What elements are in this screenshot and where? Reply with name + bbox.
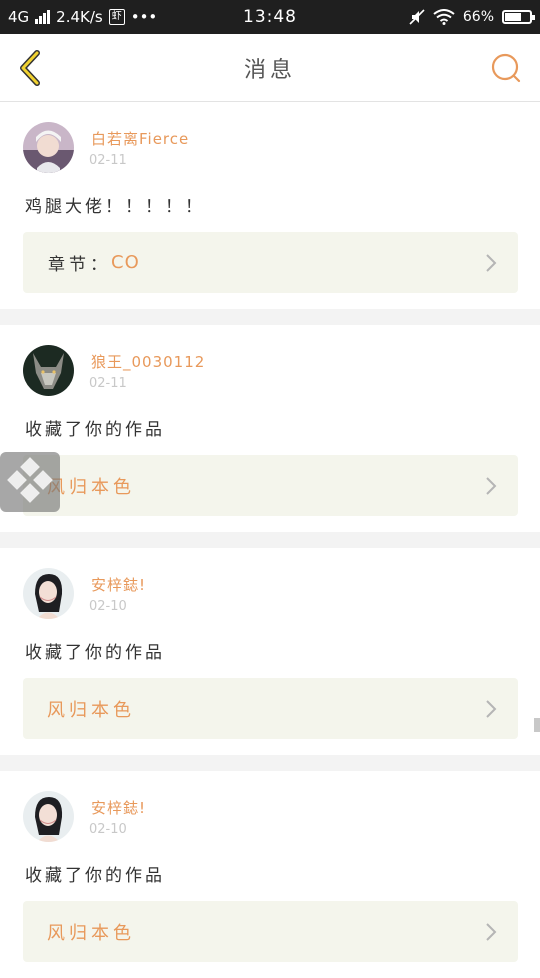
floating-action-button[interactable] <box>0 452 60 512</box>
user-name[interactable]: 安梓鋕! <box>91 797 146 818</box>
status-right: 66% <box>409 0 535 34</box>
avatar[interactable] <box>23 345 74 396</box>
chevron-right-icon <box>486 477 497 495</box>
message-text: 收藏了你的作品 <box>25 420 165 440</box>
message-list: 白若离Fierce 02-11 鸡腿大佬！！！！！ 章节： CO 狼王_0030… <box>0 102 540 978</box>
avatar[interactable] <box>23 122 74 173</box>
avatar[interactable] <box>23 568 74 619</box>
message-card: 安梓鋕! 02-10 收藏了你的作品 风归本色 <box>0 771 540 978</box>
battery-percent: 66% <box>462 9 494 25</box>
divider <box>0 309 540 325</box>
work-title: 风归本色 <box>47 922 135 944</box>
chevron-right-icon <box>486 254 497 272</box>
avatar[interactable] <box>23 791 74 842</box>
user-name[interactable]: 白若离Fierce <box>91 128 189 149</box>
message-date: 02-11 <box>89 153 127 168</box>
message-card: 白若离Fierce 02-11 鸡腿大佬！！！！！ 章节： CO <box>0 102 540 309</box>
work-link[interactable]: 风归本色 <box>23 455 518 516</box>
work-title: 风归本色 <box>47 476 135 498</box>
clock: 13:48 <box>243 7 297 27</box>
message-card: 狼王_0030112 02-11 收藏了你的作品 风归本色 <box>0 325 540 532</box>
message-card: 安梓鋕! 02-10 收藏了你的作品 风归本色 <box>0 548 540 755</box>
divider <box>0 755 540 771</box>
page-title: 消息 <box>243 57 296 83</box>
message-text: 收藏了你的作品 <box>25 866 165 886</box>
wifi-icon <box>433 9 455 25</box>
divider <box>0 532 540 548</box>
scrollbar[interactable] <box>534 718 540 732</box>
search-icon[interactable] <box>488 50 524 86</box>
app-header: 消息 <box>0 34 540 102</box>
work-label: 章节： <box>48 255 111 275</box>
diamond-cluster-icon <box>7 457 53 503</box>
work-link[interactable]: 风归本色 <box>23 901 518 962</box>
work-title: CO <box>111 252 140 273</box>
work-link[interactable]: 风归本色 <box>23 678 518 739</box>
battery-icon <box>502 10 535 24</box>
user-name[interactable]: 安梓鋕! <box>91 574 146 595</box>
chevron-right-icon <box>486 923 497 941</box>
user-name[interactable]: 狼王_0030112 <box>91 351 205 372</box>
chevron-right-icon <box>486 700 497 718</box>
mute-icon <box>409 9 425 25</box>
message-text: 鸡腿大佬！！！！！ <box>25 197 205 217</box>
work-title: 风归本色 <box>47 699 135 721</box>
status-bar: 4G 2.4K/s 虾 ••• 13:48 66% <box>0 0 540 34</box>
work-link[interactable]: 章节： CO <box>23 232 518 293</box>
message-date: 02-10 <box>89 599 127 614</box>
message-date: 02-10 <box>89 822 127 837</box>
message-text: 收藏了你的作品 <box>25 643 165 663</box>
message-date: 02-11 <box>89 376 127 391</box>
